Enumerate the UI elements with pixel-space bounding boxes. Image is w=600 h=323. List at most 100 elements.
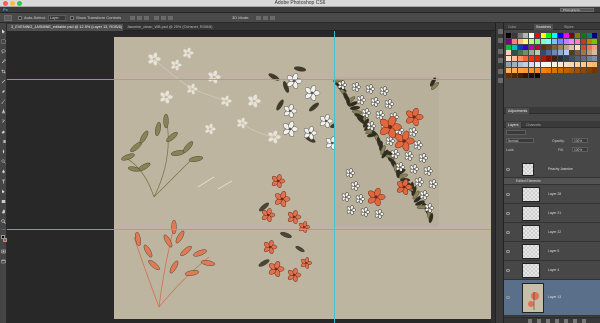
color-swatch[interactable]: [534, 73, 540, 79]
color-swatch[interactable]: [511, 73, 517, 79]
align-middle-icon[interactable]: [137, 16, 142, 20]
color-swatch[interactable]: [523, 44, 529, 50]
path-selection-tool-icon[interactable]: [1, 189, 6, 194]
gradient-tool-icon[interactable]: [1, 139, 6, 144]
type-tool-icon[interactable]: [1, 179, 6, 184]
visibility-eye-icon[interactable]: [506, 269, 510, 272]
align-left-icon[interactable]: [154, 16, 159, 20]
color-swatch[interactable]: [592, 50, 598, 56]
fill-field[interactable]: 100%: [572, 147, 588, 152]
color-swatch[interactable]: [580, 33, 586, 38]
color-swatch[interactable]: [575, 56, 580, 61]
layer-row[interactable]: Layer 4: [504, 261, 600, 280]
color-swatch[interactable]: [557, 61, 563, 67]
color-swatch[interactable]: [511, 61, 517, 67]
color-swatch[interactable]: [557, 67, 563, 73]
align-top-icon[interactable]: [130, 16, 135, 20]
crop-tool-icon[interactable]: [1, 69, 6, 74]
color-swatch[interactable]: [534, 50, 540, 56]
actions-panel-icon[interactable]: [498, 38, 503, 43]
opacity-field[interactable]: 100%: [572, 138, 588, 143]
color-swatch[interactable]: [506, 73, 511, 79]
color-swatch[interactable]: [546, 33, 552, 38]
color-swatch[interactable]: [540, 33, 546, 38]
character-panel-icon[interactable]: [498, 49, 503, 54]
color-swatch[interactable]: [534, 67, 540, 73]
color-swatch[interactable]: [506, 61, 511, 67]
color-swatch[interactable]: [575, 67, 580, 73]
color-swatch[interactable]: [592, 38, 598, 44]
color-swatch[interactable]: [517, 73, 523, 79]
color-swatch[interactable]: [580, 50, 586, 56]
color-swatch[interactable]: [511, 33, 517, 38]
color-swatch[interactable]: [552, 61, 557, 67]
color-swatch[interactable]: [529, 38, 534, 44]
pen-tool-icon[interactable]: [1, 169, 6, 174]
color-swatch[interactable]: [546, 56, 552, 61]
color-swatch[interactable]: [506, 67, 511, 73]
tab-layers[interactable]: Layers: [506, 122, 521, 128]
color-swatch[interactable]: [557, 38, 563, 44]
color-swatch[interactable]: [563, 33, 569, 38]
layer-row[interactable]: Layer 5: [504, 242, 600, 261]
color-swatch[interactable]: [517, 44, 523, 50]
link-layers-icon[interactable]: [528, 319, 532, 323]
color-swatch[interactable]: [592, 61, 598, 67]
adjustment-layer-icon[interactable]: [555, 319, 559, 323]
shape-tool-icon[interactable]: [1, 199, 6, 204]
color-swatch[interactable]: [511, 56, 517, 61]
color-swatch[interactable]: [563, 38, 569, 44]
brush-tool-icon[interactable]: [1, 99, 6, 104]
color-swatch[interactable]: [580, 44, 586, 50]
color-swatch[interactable]: [592, 44, 598, 50]
color-swatch[interactable]: [506, 33, 511, 38]
color-swatch[interactable]: [580, 56, 586, 61]
color-swatch[interactable]: [592, 33, 598, 38]
align-center-icon[interactable]: [161, 16, 166, 20]
color-swatch[interactable]: [592, 56, 598, 61]
color-swatch[interactable]: [523, 73, 529, 79]
color-swatch[interactable]: [552, 38, 557, 44]
color-swatch[interactable]: [569, 61, 575, 67]
color-swatch[interactable]: [557, 50, 563, 56]
hand-tool-icon[interactable]: [1, 209, 6, 214]
color-swatch[interactable]: [517, 50, 523, 56]
color-swatch[interactable]: [529, 67, 534, 73]
color-swatch[interactable]: [540, 38, 546, 44]
color-swatch[interactable]: [517, 38, 523, 44]
color-swatch[interactable]: [506, 56, 511, 61]
color-swatch[interactable]: [529, 44, 534, 50]
dodge-tool-icon[interactable]: [1, 159, 6, 164]
color-swatch[interactable]: [546, 44, 552, 50]
color-swatch[interactable]: [563, 56, 569, 61]
color-swatch[interactable]: [546, 61, 552, 67]
color-swatch[interactable]: [586, 38, 592, 44]
color-swatch[interactable]: [592, 67, 598, 73]
color-swatch[interactable]: [546, 50, 552, 56]
color-swatch[interactable]: [563, 61, 569, 67]
add-mask-icon[interactable]: [546, 319, 550, 323]
color-swatch[interactable]: [523, 56, 529, 61]
color-swatch[interactable]: [523, 33, 529, 38]
delete-layer-icon[interactable]: [582, 319, 586, 323]
color-swatch[interactable]: [529, 61, 534, 67]
marquee-tool-icon[interactable]: [1, 39, 6, 44]
tab-swatches-a[interactable]: Color: [506, 24, 518, 30]
screen-mode-icon[interactable]: [1, 259, 6, 264]
visibility-eye-icon[interactable]: [506, 168, 510, 171]
more-tools-icon[interactable]: [1, 227, 6, 232]
visibility-eye-icon[interactable]: [506, 212, 510, 215]
color-swatch[interactable]: [586, 67, 592, 73]
clone-source-panel-icon[interactable]: [498, 78, 503, 83]
layer-style-icon[interactable]: [537, 319, 541, 323]
color-swatch[interactable]: [575, 44, 580, 50]
tab-adjustments[interactable]: Adjustments: [506, 108, 530, 114]
color-swatch[interactable]: [552, 56, 557, 61]
color-swatch[interactable]: [552, 67, 557, 73]
color-swatch[interactable]: [575, 61, 580, 67]
color-swatch[interactable]: [529, 73, 534, 79]
color-swatch[interactable]: [517, 33, 523, 38]
horizontal-guide[interactable]: [7, 229, 495, 230]
color-swatch[interactable]: [575, 33, 580, 38]
color-swatch[interactable]: [517, 56, 523, 61]
